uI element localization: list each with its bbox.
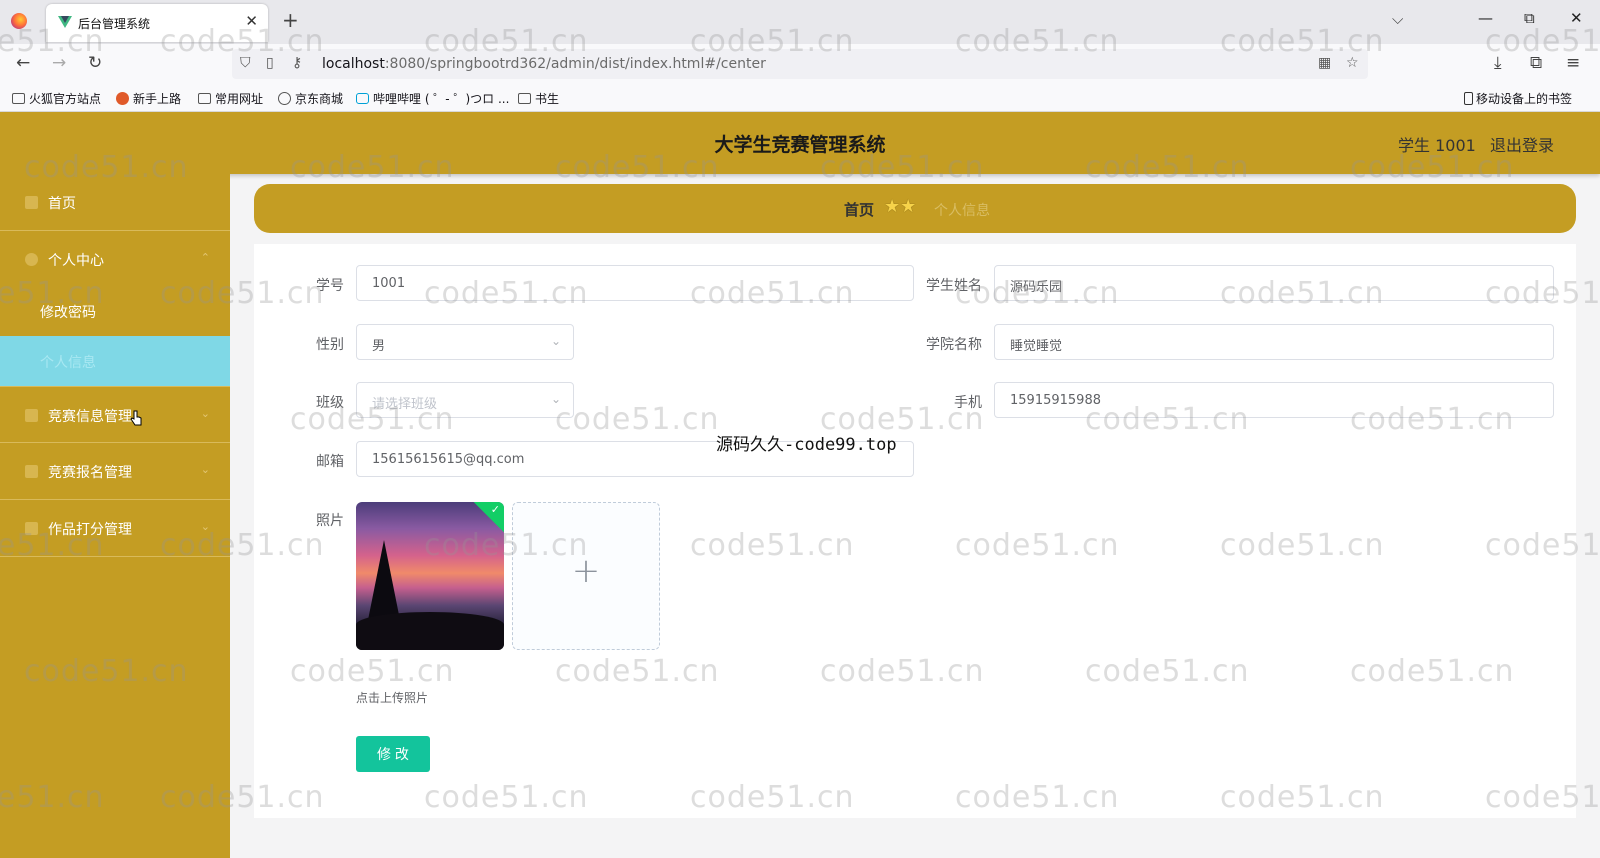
mobile-bookmarks[interactable]: 移动设备上的书签 [1463, 90, 1572, 107]
folder-icon [12, 93, 25, 104]
breadcrumb-home[interactable]: 首页 [844, 199, 874, 220]
submit-button[interactable]: 修 改 [356, 736, 430, 772]
plus-icon: + [571, 551, 601, 591]
star-icon[interactable]: ☆ [1346, 55, 1359, 71]
bookmark-item[interactable]: 新手上路 [116, 90, 181, 107]
home-icon [25, 196, 38, 209]
download-icon[interactable]: ⤓ [1494, 53, 1502, 73]
firefox-icon [116, 92, 129, 105]
window-close-button[interactable]: ✕ [1570, 9, 1583, 27]
photo-hill [356, 612, 504, 650]
gender-select[interactable]: 男 ⌄ [356, 324, 574, 360]
email-label: 邮箱 [316, 454, 344, 470]
chevron-down-icon: ⌄ [550, 334, 561, 348]
app-title: 大学生竞赛管理系统 [714, 134, 886, 156]
college-input[interactable]: 睡觉睡觉 [994, 324, 1554, 360]
overlay-watermark-text: 源码久久-code99.top [716, 435, 897, 455]
tab-title: 后台管理系统 [78, 17, 151, 31]
browser-nav-bar: ← → ↻ ⛉ ▯ ⚷ localhost:8080/springbootrd3… [0, 44, 1600, 84]
bookmarks-bar: 火狐官方站点 新手上路 常用网址 京东商城 哔哩哔哩 ( ゜- ゜)つロ ...… [0, 84, 1600, 112]
page-icon[interactable]: ▯ [266, 55, 274, 71]
student-no-label: 学号 [316, 278, 344, 294]
score-icon [25, 522, 38, 535]
uploaded-photo[interactable]: ✓ [356, 502, 504, 650]
hand-cursor-icon [130, 410, 142, 426]
student-name-label: 学生姓名 [926, 278, 982, 294]
gender-label: 性别 [316, 337, 344, 353]
menu-icon[interactable]: ≡ [1566, 53, 1580, 73]
college-label: 学院名称 [926, 337, 982, 353]
tab-close-icon[interactable]: ✕ [245, 12, 258, 30]
reload-icon[interactable]: ↻ [88, 53, 102, 73]
bookmark-item[interactable]: 常用网址 [198, 90, 263, 107]
sidebar-item-competition-info[interactable]: 竞赛信息管理 ⌄ [0, 386, 230, 443]
shield-icon[interactable]: ⛉ [240, 55, 251, 71]
breadcrumb: 首页 ★★ 个人信息 [254, 184, 1576, 233]
folder-icon [198, 93, 211, 104]
minimize-button[interactable]: — [1478, 9, 1493, 27]
app-header: 大学生竞赛管理系统 学生 1001 退出登录 [0, 112, 1600, 174]
extensions-icon[interactable]: ⧉ [1530, 53, 1542, 73]
list-tabs-icon[interactable]: ⌵ [1392, 10, 1403, 28]
chevron-up-icon: ⌃ [200, 251, 210, 264]
sidebar-item-home[interactable]: 首页 [0, 174, 230, 231]
mobile-icon [1463, 92, 1473, 105]
class-label: 班级 [316, 395, 344, 411]
chevron-down-icon: ⌄ [200, 463, 210, 476]
bookmark-item[interactable]: 京东商城 [278, 90, 343, 107]
forward-arrow-icon[interactable]: → [52, 53, 66, 73]
vue-logo-icon [58, 16, 72, 28]
chevron-down-icon: ⌄ [200, 407, 210, 420]
phone-label: 手机 [954, 395, 982, 411]
sidebar-item-personal-info[interactable]: 个人信息 [0, 336, 230, 386]
check-icon: ✓ [490, 503, 500, 516]
sidebar-item-change-password[interactable]: 修改密码 [0, 286, 230, 336]
bilibili-icon [356, 93, 369, 104]
browser-tab[interactable]: 后台管理系统 ✕ [46, 4, 268, 42]
firefox-logo-icon [11, 13, 27, 29]
star-separator-icon: ★★ [884, 196, 917, 217]
class-select[interactable]: 请选择班级 ⌄ [356, 382, 574, 418]
photo-label: 照片 [316, 513, 344, 529]
sidebar-item-registration[interactable]: 竞赛报名管理 ⌄ [0, 443, 230, 500]
upload-tip: 点击上传照片 [356, 691, 429, 705]
key-icon[interactable]: ⚷ [292, 55, 302, 71]
list-icon [25, 465, 38, 478]
student-no-input[interactable]: 1001 [356, 265, 914, 301]
browser-tab-bar: 后台管理系统 ✕ + ⌵ — ⧉ ✕ [0, 0, 1600, 44]
back-arrow-icon[interactable]: ← [16, 53, 30, 73]
sidebar-item-personal-center[interactable]: 个人中心 ⌃ [0, 231, 230, 288]
breadcrumb-current: 个人信息 [934, 203, 990, 219]
globe-icon [278, 92, 291, 105]
url-bar[interactable]: ⛉ ▯ ⚷ localhost:8080/springbootrd362/adm… [232, 49, 1368, 79]
bookmark-item[interactable]: 火狐官方站点 [12, 90, 101, 107]
bookmark-item[interactable]: 书生 [518, 90, 559, 107]
sidebar-item-scoring[interactable]: 作品打分管理 ⌄ [0, 500, 230, 557]
folder-icon [518, 93, 531, 104]
phone-input[interactable]: 15915915988 [994, 382, 1554, 418]
url-text[interactable]: localhost:8080/springbootrd362/admin/dis… [322, 56, 766, 72]
bookmark-item[interactable]: 哔哩哔哩 ( ゜- ゜)つロ ... [356, 90, 509, 107]
sidebar: 首页 个人中心 ⌃ 修改密码 个人信息 竞赛信息管理 ⌄ 竞赛报名管理 ⌄ 作品… [0, 174, 230, 858]
logout-link[interactable]: 退出登录 [1490, 132, 1554, 156]
current-user: 学生 1001 [1398, 136, 1476, 155]
new-tab-button[interactable]: + [282, 8, 299, 32]
info-icon [25, 409, 38, 422]
student-name-input[interactable]: 源码乐园 [994, 265, 1554, 301]
restore-button[interactable]: ⧉ [1524, 9, 1535, 27]
qr-code-icon[interactable]: ▦ [1318, 55, 1331, 71]
user-icon [25, 253, 38, 266]
chevron-down-icon: ⌄ [550, 392, 561, 406]
photo-upload-button[interactable]: + [512, 502, 660, 650]
chevron-down-icon: ⌄ [200, 520, 210, 533]
